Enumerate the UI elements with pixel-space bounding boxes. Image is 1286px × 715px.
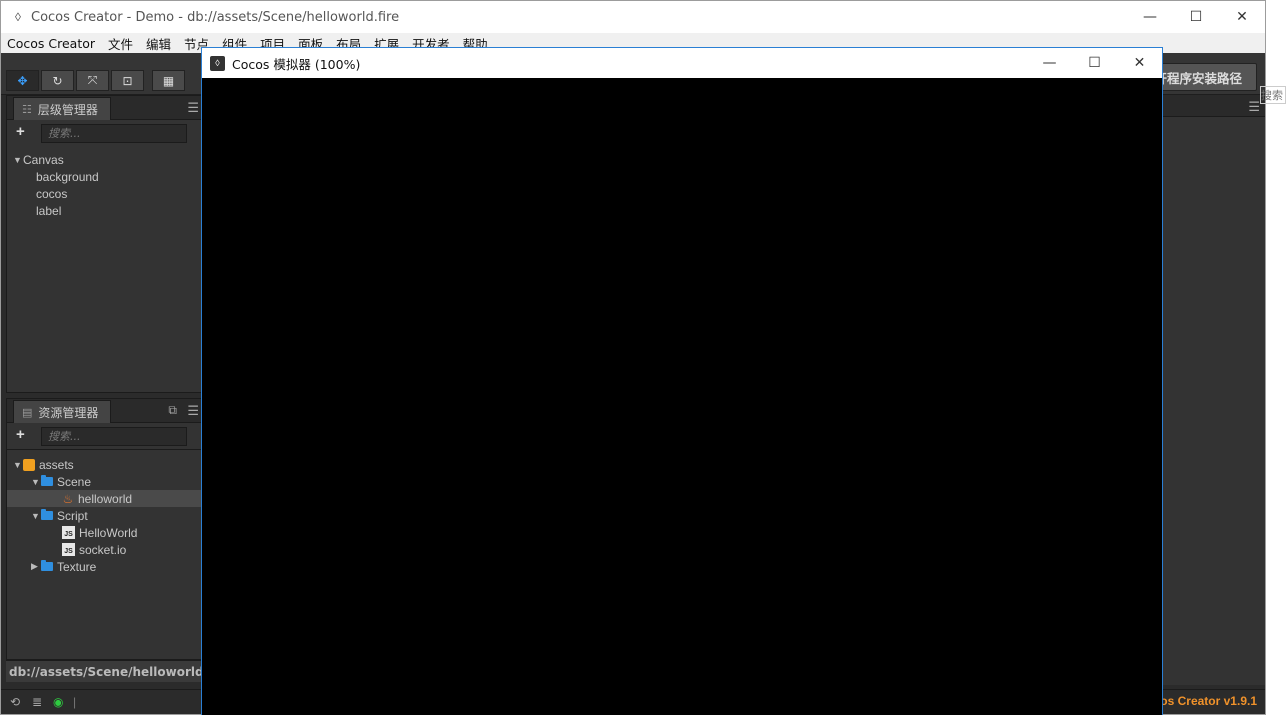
folder-icon (41, 560, 53, 571)
popout-icon[interactable]: ⧉ (168, 403, 177, 418)
expand-arrow-icon[interactable]: ▼ (13, 460, 23, 470)
hierarchy-tree: ▼ Canvas background cocos label (7, 146, 205, 219)
assets-tab[interactable]: ▤ 资源管理器 (13, 400, 111, 423)
minimize-button[interactable]: — (1127, 1, 1173, 33)
main-window-title: Cocos Creator - Demo - db://assets/Scene… (31, 9, 400, 25)
rotate-tool-icon[interactable]: ↻ (41, 70, 74, 91)
node-label: cocos (36, 186, 68, 201)
tree-node-label[interactable]: label (7, 202, 205, 219)
hierarchy-search-input[interactable] (41, 124, 187, 143)
node-label: Canvas (23, 152, 64, 167)
maximize-button[interactable]: ☐ (1173, 1, 1219, 33)
simulator-close-button[interactable]: ✕ (1117, 48, 1162, 78)
browser-search-hint: 搜索 (1260, 86, 1286, 104)
tree-item-texture-folder[interactable]: ▶ Texture (7, 558, 205, 575)
selected-asset-path: db://assets/Scene/helloworld.fire (6, 660, 231, 682)
menu-edit[interactable]: 编辑 (146, 34, 171, 53)
tree-node-background[interactable]: background (7, 168, 205, 185)
tree-node-cocos[interactable]: cocos (7, 185, 205, 202)
tree-item-helloworld-script[interactable]: JS HelloWorld (7, 524, 205, 541)
assets-search-input[interactable] (41, 427, 187, 446)
item-label: Script (57, 508, 88, 523)
fire-scene-icon: ♨ (62, 491, 74, 506)
expand-arrow-icon[interactable]: ▼ (31, 511, 41, 521)
tree-item-helloworld-scene[interactable]: ♨ helloworld (7, 490, 205, 507)
item-label: socket.io (79, 542, 127, 557)
simulator-app-icon: ◊ (210, 55, 225, 71)
item-label: helloworld (78, 491, 133, 506)
assets-tree: ▼ assets ▼ Scene ♨ helloworld ▼ Script J… (7, 449, 205, 575)
add-node-button[interactable]: + (16, 123, 25, 140)
simulator-maximize-button[interactable]: ☐ (1072, 48, 1117, 78)
version-label: os Creator v1.9.1 (1160, 694, 1257, 708)
simulator-viewport[interactable] (202, 78, 1162, 715)
cocos-app-icon: ◊ (15, 10, 21, 24)
node-label: label (36, 203, 62, 218)
simulator-titlebar: ◊ Cocos 模拟器 (100%) — ☐ ✕ (202, 48, 1162, 78)
item-label: HelloWorld (79, 525, 138, 540)
add-asset-button[interactable]: + (16, 426, 25, 443)
tree-node-canvas[interactable]: ▼ Canvas (7, 151, 205, 168)
assets-panel: ▤ 资源管理器 ⧉ ☰ + ▼ assets ▼ Scene ♨ hellow (6, 398, 206, 660)
item-label: Texture (57, 559, 97, 574)
move-tool-icon[interactable]: ✥ (6, 70, 39, 91)
background-browser-edge: 搜索 (1260, 0, 1286, 715)
rect-tool-icon[interactable]: ⊡ (111, 70, 144, 91)
js-file-icon: JS (62, 526, 75, 539)
tree-item-script-folder[interactable]: ▼ Script (7, 507, 205, 524)
folder-icon (41, 475, 53, 486)
simulator-minimize-button[interactable]: — (1027, 48, 1072, 78)
refresh-icon[interactable]: ⟲ (10, 695, 20, 709)
hierarchy-tab[interactable]: ☷ 层级管理器 (13, 97, 111, 120)
panel-menu-icon[interactable]: ☰ (1248, 99, 1260, 115)
js-file-icon: JS (62, 543, 75, 556)
panel-menu-icon[interactable]: ☰ (187, 100, 199, 116)
hierarchy-icon: ☷ (22, 102, 32, 116)
hierarchy-panel: ☷ 层级管理器 ☰ + ▼ Canvas background cocos la… (6, 95, 206, 393)
inspector-panel: ☰ (1161, 95, 1265, 685)
hierarchy-tab-label: 层级管理器 (37, 102, 98, 117)
folder-icon (41, 509, 53, 520)
close-button[interactable]: ✕ (1219, 1, 1265, 33)
collapse-arrow-icon[interactable]: ▶ (31, 561, 41, 572)
expand-arrow-icon[interactable]: ▼ (13, 155, 23, 165)
node-label: background (36, 169, 99, 184)
assets-db-icon (23, 458, 35, 471)
database-icon[interactable]: ≣ (32, 695, 42, 709)
assets-panel-icon: ▤ (22, 405, 33, 419)
assets-tab-label: 资源管理器 (38, 405, 99, 420)
scale-tool-icon[interactable]: ⤧ (76, 70, 109, 91)
main-titlebar: ◊ Cocos Creator - Demo - db://assets/Sce… (1, 1, 1265, 33)
expand-arrow-icon[interactable]: ▼ (31, 477, 41, 487)
gizmo-toggle-icon[interactable]: ▦ (152, 70, 185, 91)
panel-menu-icon[interactable]: ☰ (187, 403, 199, 419)
item-label: Scene (57, 474, 92, 489)
separator: | (73, 695, 77, 709)
simulator-title: Cocos 模拟器 (100%) (232, 56, 361, 72)
menu-file[interactable]: 文件 (108, 34, 133, 53)
item-label: assets (39, 457, 74, 472)
preview-eye-icon[interactable]: ◉ (53, 695, 63, 709)
menu-cocos-creator[interactable]: Cocos Creator (7, 36, 95, 51)
simulator-window: ◊ Cocos 模拟器 (100%) — ☐ ✕ (201, 47, 1163, 715)
tree-item-scene-folder[interactable]: ▼ Scene (7, 473, 205, 490)
tree-item-assets[interactable]: ▼ assets (7, 456, 205, 473)
tree-item-socketio-script[interactable]: JS socket.io (7, 541, 205, 558)
